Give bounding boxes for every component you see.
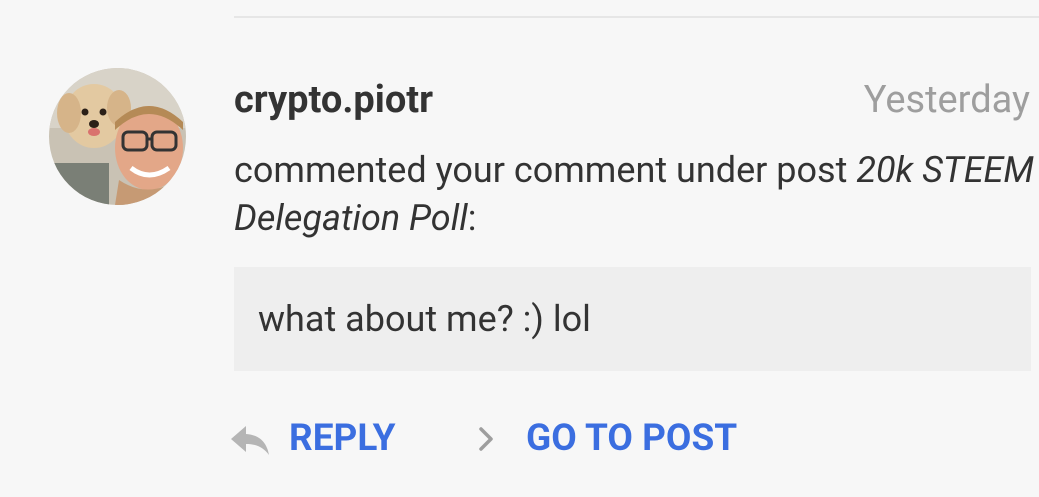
message-prefix: commented your comment under post [234,149,857,191]
reply-arrow-icon [231,426,269,455]
notification-message: commented your comment under post 20k ST… [234,146,1034,242]
top-divider [234,16,1039,18]
comment-quote: what about me? :) lol [234,267,1031,371]
reply-button[interactable]: REPLY [228,414,395,464]
avatar[interactable] [49,68,186,205]
timestamp: Yesterday [863,78,1030,122]
avatar-photo [49,68,186,205]
go-to-post-button[interactable]: GO TO POST [476,414,737,464]
comment-text: what about me? :) lol [258,298,591,340]
message-suffix: : [467,197,477,239]
reply-label: REPLY [289,417,396,460]
go-to-post-label: GO TO POST [526,417,738,460]
chevron-right-icon [479,427,493,451]
username[interactable]: crypto.piotr [234,78,433,122]
